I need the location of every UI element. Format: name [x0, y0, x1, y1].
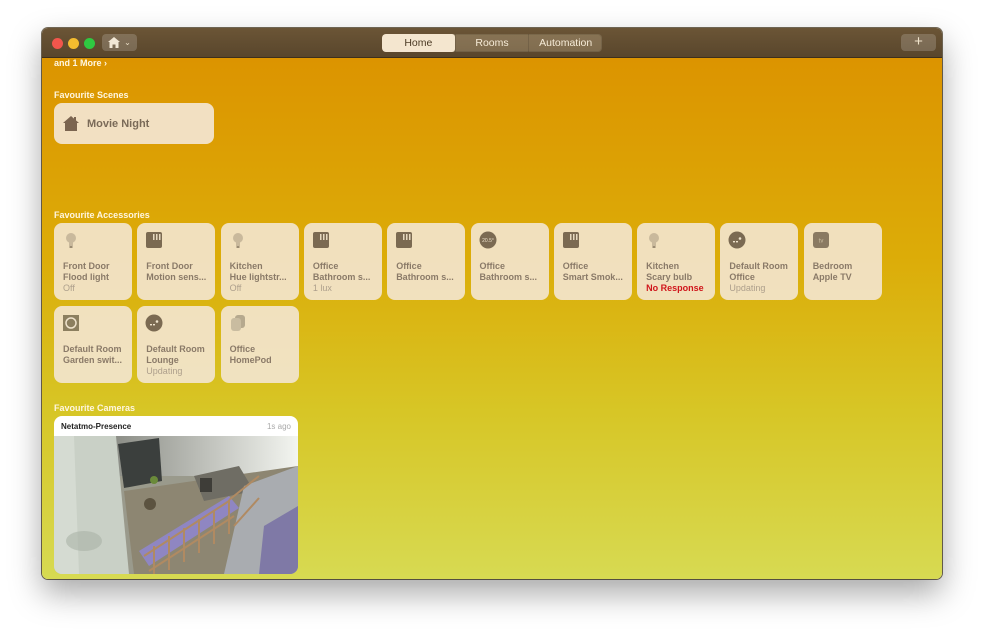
accessory-tile[interactable]: 20.5° Office Bathroom s...: [470, 223, 549, 300]
sensor-icon: [395, 231, 413, 249]
accessory-labels: Default Room Lounge Updating: [146, 344, 205, 377]
accessory-name: Bathroom s...: [312, 272, 371, 282]
apple-tv-icon: tv: [812, 231, 830, 249]
accessory-room: Office: [479, 261, 506, 271]
accessory-room: Office: [229, 344, 256, 354]
accessory-status: Updating: [729, 283, 766, 293]
thermometer-icon: 20.5°: [479, 231, 497, 249]
accessory-labels: Office HomePod: [230, 344, 272, 366]
accessory-room: Kitchen: [229, 261, 263, 271]
lightbulb-icon: [229, 231, 247, 249]
home-content: and 1 More › Favourite Scenes Movie Nigh…: [42, 58, 942, 579]
accessory-room: Default Room: [146, 344, 205, 354]
accessory-tile[interactable]: Office Bathroom s... 1 lux: [303, 223, 382, 300]
accessory-name: Office: [729, 272, 755, 282]
camera-card[interactable]: Netatmo-Presence 1s ago: [54, 416, 298, 574]
accessory-name: Bathroom s...: [479, 272, 538, 282]
camera-snapshot: [54, 436, 298, 574]
accessory-labels: Office Bathroom s...: [396, 261, 454, 283]
accessory-room: Kitchen: [646, 261, 680, 271]
more-link[interactable]: and 1 More ›: [54, 58, 107, 68]
accessory-name: Bathroom s...: [396, 272, 454, 282]
title-bar: ⌄ Home Rooms Automation +: [42, 28, 942, 58]
tab-automation[interactable]: Automation: [528, 34, 602, 52]
accessory-tile[interactable]: tv Bedroom Apple TV: [803, 223, 882, 300]
accessory-tile[interactable]: Default Room Lounge Updating: [137, 306, 216, 383]
accessory-name: Flood light: [63, 272, 109, 282]
accessory-labels: Office Bathroom s...: [480, 261, 538, 283]
accessory-name: Scary bulb: [646, 272, 693, 282]
accessory-labels: Front Door Motion sens...: [146, 261, 206, 283]
accessory-labels: Kitchen Hue lightstr... Off: [230, 261, 287, 294]
accessory-status: Off: [229, 283, 242, 293]
favourite-cameras-title: Favourite Cameras: [54, 403, 136, 413]
chevron-down-icon: ⌄: [124, 37, 131, 47]
sensor-icon: [312, 231, 330, 249]
accessory-status: 1 lux: [312, 283, 332, 293]
favourite-scenes-title: Favourite Scenes: [54, 90, 129, 100]
add-button[interactable]: +: [901, 34, 936, 51]
accessory-room: Default Room: [729, 261, 788, 271]
accessory-status: No Response: [646, 283, 704, 293]
accessory-room: Office: [562, 261, 589, 271]
accessory-labels: Default Room Garden swit...: [63, 344, 122, 366]
accessory-labels: Office Smart Smok...: [563, 261, 623, 283]
temperature-reading: 20.5°: [482, 238, 494, 244]
lightbulb-icon: [62, 231, 80, 249]
accessory-tile[interactable]: Office HomePod: [220, 306, 299, 383]
accessory-name: Apple TV: [812, 272, 852, 282]
camera-name: Netatmo-Presence: [61, 422, 132, 431]
sensor-icon: [145, 231, 163, 249]
accessory-tile[interactable]: Front Door Flood light Off: [54, 223, 132, 300]
accessory-room: Front Door: [146, 261, 193, 271]
accessory-tile[interactable]: Kitchen Hue lightstr... Off: [220, 223, 299, 300]
home-selector-button[interactable]: ⌄: [102, 34, 137, 51]
accessory-labels: Bedroom Apple TV: [813, 261, 853, 283]
house-icon: [108, 37, 121, 48]
switch-icon: [62, 314, 80, 332]
accessory-name: Lounge: [146, 355, 179, 365]
accessory-tile[interactable]: Default Room Office Updating: [720, 223, 799, 300]
accessory-room: Front Door: [63, 261, 110, 271]
svg-text:tv: tv: [818, 239, 823, 245]
scene-label: Movie Night: [87, 117, 150, 130]
sensor-icon: [562, 231, 580, 249]
accessory-tile[interactable]: Front Door Motion sens...: [137, 223, 216, 300]
accessory-room: Office: [312, 261, 339, 271]
accessory-name: Smart Smok...: [562, 272, 623, 282]
accessory-tile[interactable]: Office Smart Smok...: [553, 223, 632, 300]
bridge-icon: [728, 231, 746, 249]
accessory-tile[interactable]: Default Room Garden swit...: [54, 306, 132, 383]
accessory-name: Garden swit...: [63, 355, 123, 365]
scene-tile[interactable]: Movie Night: [54, 103, 214, 144]
accessory-room: Bedroom: [812, 261, 853, 271]
tab-rooms[interactable]: Rooms: [454, 34, 529, 52]
view-tabs: Home Rooms Automation: [382, 34, 602, 52]
accessory-name: HomePod: [229, 355, 272, 365]
camera-timestamp: 1s ago: [266, 422, 291, 431]
accessory-labels: Kitchen Scary bulb No Response: [646, 261, 704, 294]
tab-home[interactable]: Home: [382, 34, 455, 52]
accessory-labels: Default Room Office Updating: [729, 261, 788, 294]
lightbulb-icon: [645, 231, 663, 249]
accessory-room: Default Room: [63, 344, 122, 354]
accessory-tile[interactable]: Kitchen Scary bulb No Response: [637, 223, 716, 300]
accessory-name: Motion sens...: [146, 272, 207, 282]
favourite-accessories-title: Favourite Accessories: [54, 210, 150, 220]
accessory-name: Hue lightstr...: [229, 272, 287, 282]
homepod-icon: [229, 314, 247, 332]
accessory-status: Off: [63, 283, 75, 293]
home-app-window: ⌄ Home Rooms Automation + and 1 More › F…: [42, 28, 942, 579]
maximize-window-button[interactable]: [84, 38, 95, 49]
accessory-status: Updating: [146, 366, 183, 376]
close-window-button[interactable]: [52, 38, 63, 49]
bridge-icon: [145, 314, 163, 332]
accessory-labels: Office Bathroom s... 1 lux: [313, 261, 371, 294]
accessory-tile[interactable]: Office Bathroom s...: [387, 223, 466, 300]
accessory-labels: Front Door Flood light Off: [63, 261, 110, 294]
house-icon: [63, 116, 79, 131]
accessory-room: Office: [396, 261, 422, 271]
minimize-window-button[interactable]: [68, 38, 79, 49]
